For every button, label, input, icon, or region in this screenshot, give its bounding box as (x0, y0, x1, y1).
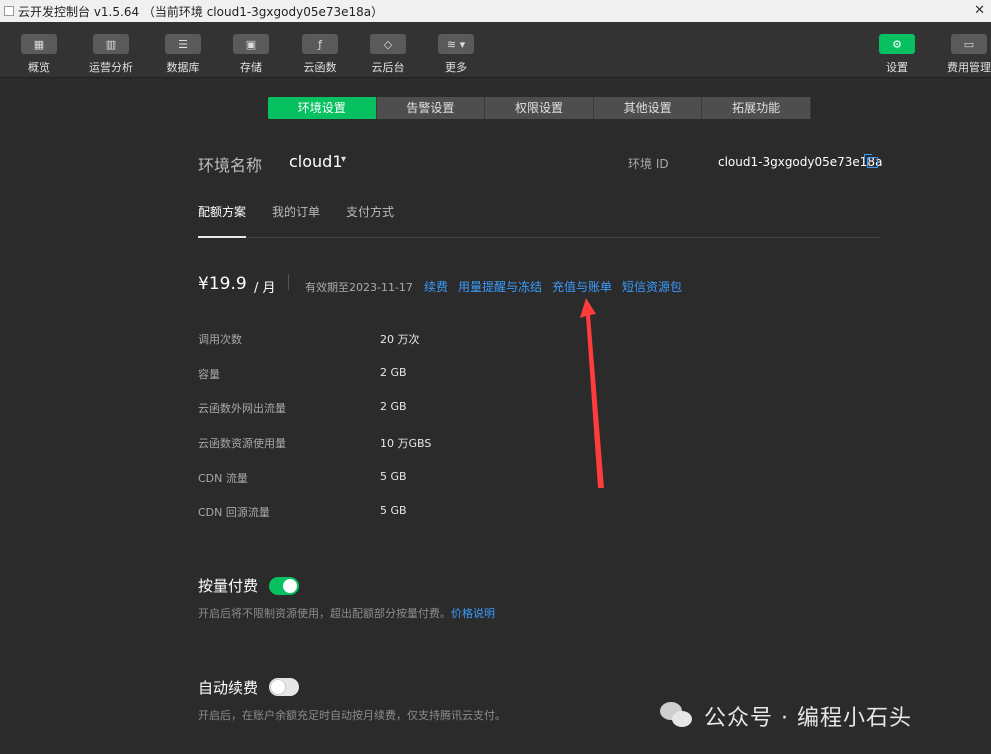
pay-as-you-go-title: 按量付费 (198, 577, 259, 595)
pay-as-you-go-desc: 开启后将不限制资源使用，超出配额部分按量付费。价格说明 (198, 605, 495, 621)
desc-text: 开启后将不限制资源使用，超出配额部分按量付费。 (198, 607, 451, 620)
watermark-text: 公众号 · 编程小石头 (704, 706, 912, 731)
auto-renew-toggle[interactable] (269, 678, 299, 696)
pay-as-you-go-toggle[interactable] (269, 577, 299, 595)
price-info-link[interactable]: 价格说明 (451, 607, 495, 620)
annotation-arrow (580, 298, 604, 488)
toggle-knob (271, 680, 285, 694)
watermark: 公众号 · 编程小石头 (660, 700, 912, 732)
toggle-knob (283, 579, 297, 593)
auto-renew-desc: 开启后，在账户余额充足时自动按月续费，仅支持腾讯云支付。 (198, 709, 506, 722)
auto-renew-title: 自动续费 (198, 679, 259, 697)
wechat-icon (660, 702, 694, 730)
